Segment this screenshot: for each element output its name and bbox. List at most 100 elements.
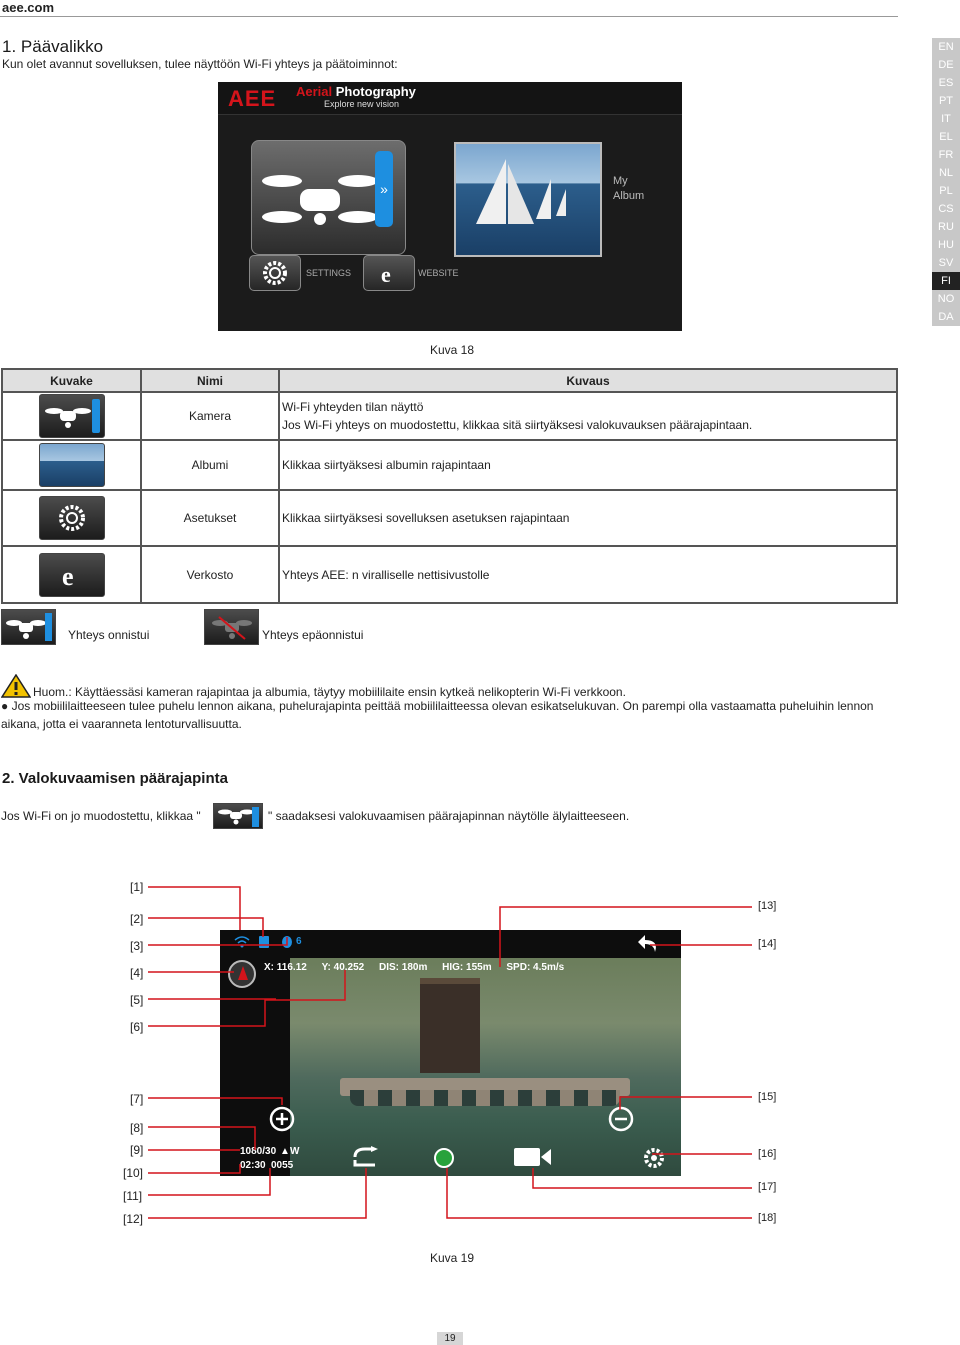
bridge-arches xyxy=(350,1090,620,1106)
icon-table: Kuvake Nimi Kuvaus Kamera Wi-Fi yhteyden… xyxy=(1,368,898,604)
settings-button[interactable] xyxy=(249,255,301,291)
callout-label: [10] xyxy=(123,1166,144,1180)
row-name: Kamera xyxy=(140,391,280,441)
row-desc: Klikkaa siirtyäksesi albumin rajapintaan xyxy=(278,439,898,491)
zoom-in-icon[interactable] xyxy=(268,1105,296,1133)
switch-mode-icon[interactable] xyxy=(351,1146,381,1168)
arrow-up-icon: ▲ xyxy=(280,1146,290,1157)
language-no: NO xyxy=(932,290,960,308)
table-row: Kamera Wi-Fi yhteyden tilan näyttö Jos Wi… xyxy=(1,391,898,441)
callout-label: [3] xyxy=(130,939,144,953)
language-da: DA xyxy=(932,308,960,326)
gear-icon xyxy=(263,261,287,285)
drone-icon xyxy=(262,175,378,225)
sd-card-icon xyxy=(259,936,269,948)
browser-e-icon: e xyxy=(39,552,105,597)
language-sv: SV xyxy=(932,254,960,272)
record-time: 02:30 xyxy=(240,1160,266,1171)
camera-ui-screenshot: 6 X: 116.12 Y: 40.252 DIS: 180m HIG: 155… xyxy=(220,930,681,1176)
live-view-feed xyxy=(290,958,681,1176)
table-header-icon: Kuvake xyxy=(1,368,142,393)
figure-18-caption: Kuva 18 xyxy=(430,343,475,357)
browser-e-icon: e xyxy=(381,262,391,287)
main-menu-screenshot: AEE Aerial Photography Explore new visio… xyxy=(218,82,682,331)
callout-label: [12] xyxy=(123,1212,144,1226)
language-bar: EN DE ES PT IT EL FR NL PL CS RU HU SV FI NO DA xyxy=(932,38,960,326)
website-label: WEBSITE xyxy=(418,268,459,278)
gear-icon[interactable] xyxy=(642,1146,666,1170)
callout-label: [6] xyxy=(130,1020,144,1034)
language-es: ES xyxy=(932,74,960,92)
callout-label: [5] xyxy=(130,993,144,1007)
satellite-count: 6 xyxy=(296,936,302,947)
row-desc: Yhteys AEE: n viralliselle nettisivustol… xyxy=(278,545,898,604)
note-line: aikana, jotta ei vaaranneta lentoturvall… xyxy=(1,717,242,731)
table-header-name: Nimi xyxy=(140,368,280,393)
row-desc: Jos Wi-Fi yhteys on muodostettu, klikkaa… xyxy=(282,418,753,432)
row-name: Verkosto xyxy=(140,545,280,604)
callout-label: [13] xyxy=(758,900,777,912)
callout-label: [11] xyxy=(123,1189,143,1203)
language-it: IT xyxy=(932,110,960,128)
callout-label: [7] xyxy=(130,1092,144,1106)
camera-icon xyxy=(39,394,105,438)
chevron-right-icon: » xyxy=(375,151,393,227)
resolution-label: 1080/30 xyxy=(240,1146,277,1157)
language-hu: HU xyxy=(932,236,960,254)
white-balance-label: W xyxy=(290,1146,300,1157)
svg-text:e: e xyxy=(62,562,74,591)
camera-tile[interactable]: » xyxy=(251,140,406,255)
callout-label: [18] xyxy=(758,1212,777,1224)
status-connected-label: Yhteys onnistui xyxy=(68,628,150,642)
svg-text:e: e xyxy=(381,262,391,287)
video-camera-icon[interactable] xyxy=(514,1146,552,1168)
language-nl: NL xyxy=(932,164,960,182)
shutter-button[interactable] xyxy=(434,1148,454,1168)
aee-logo: AEE xyxy=(228,86,277,111)
table-header-desc: Kuvaus xyxy=(278,368,898,393)
tel-speed: SPD: 4.5m/s xyxy=(506,962,565,973)
table-row: Albumi Klikkaa siirtyäksesi albumin raja… xyxy=(1,439,898,491)
disconnected-icon xyxy=(204,609,259,645)
telemetry-bar: X: 116.12 Y: 40.252 DIS: 180m HIG: 155m … xyxy=(264,962,576,973)
compass-icon xyxy=(228,960,256,988)
satellite-icon xyxy=(282,936,292,948)
status-failed-label: Yhteys epäonnistui xyxy=(262,628,364,642)
website-button[interactable]: e xyxy=(363,255,415,291)
section-title: 1. Päävalikko xyxy=(2,37,104,56)
pagoda-shape xyxy=(420,978,480,1073)
album-tile[interactable] xyxy=(454,142,602,257)
section-intro-cont: " saadaksesi valokuvaamisen päärajapinna… xyxy=(268,809,630,823)
row-desc: Wi-Fi yhteyden tilan näyttö xyxy=(282,400,424,414)
page-number: 19 xyxy=(437,1332,463,1345)
callout-label: [1] xyxy=(130,880,144,894)
zoom-out-icon[interactable] xyxy=(607,1105,635,1133)
tel-distance: DIS: 180m xyxy=(379,962,428,973)
section-intro: Jos Wi-Fi on jo muodostettu, klikkaa " xyxy=(1,809,201,823)
callout-label: [2] xyxy=(130,912,144,926)
callout-label: [15] xyxy=(758,1091,777,1103)
callout-label: [14] xyxy=(758,938,777,950)
callout-label: [9] xyxy=(130,1143,144,1157)
language-ru: RU xyxy=(932,218,960,236)
section-title: 2. Valokuvaamisen päärajapinta xyxy=(2,770,228,787)
warning-icon xyxy=(1,674,31,698)
table-row: e Verkosto Yhteys AEE: n viralliselle ne… xyxy=(1,545,898,604)
connected-icon xyxy=(1,609,56,645)
row-desc: Klikkaa siirtyäksesi sovelluksen asetuks… xyxy=(278,489,898,547)
row-name: Albumi xyxy=(140,439,280,491)
back-arrow-icon[interactable] xyxy=(637,932,661,954)
sailboat-photo xyxy=(476,159,566,224)
app-logo-title: Aerial Photography xyxy=(296,84,416,99)
row-name: Asetukset xyxy=(140,489,280,547)
language-en: EN xyxy=(932,38,960,56)
callout-label: [16] xyxy=(758,1148,777,1160)
app-header: AEE Aerial Photography Explore new visio… xyxy=(218,82,682,115)
table-row: Asetukset Klikkaa siirtyäksesi sovelluks… xyxy=(1,489,898,547)
tel-height: HIG: 155m xyxy=(442,962,492,973)
language-de: DE xyxy=(932,56,960,74)
figure-19-caption: Kuva 19 xyxy=(430,1251,475,1265)
language-el: EL xyxy=(932,128,960,146)
app-logo-tagline: Explore new vision xyxy=(324,99,400,109)
tel-x: X: 116.12 xyxy=(264,962,307,973)
